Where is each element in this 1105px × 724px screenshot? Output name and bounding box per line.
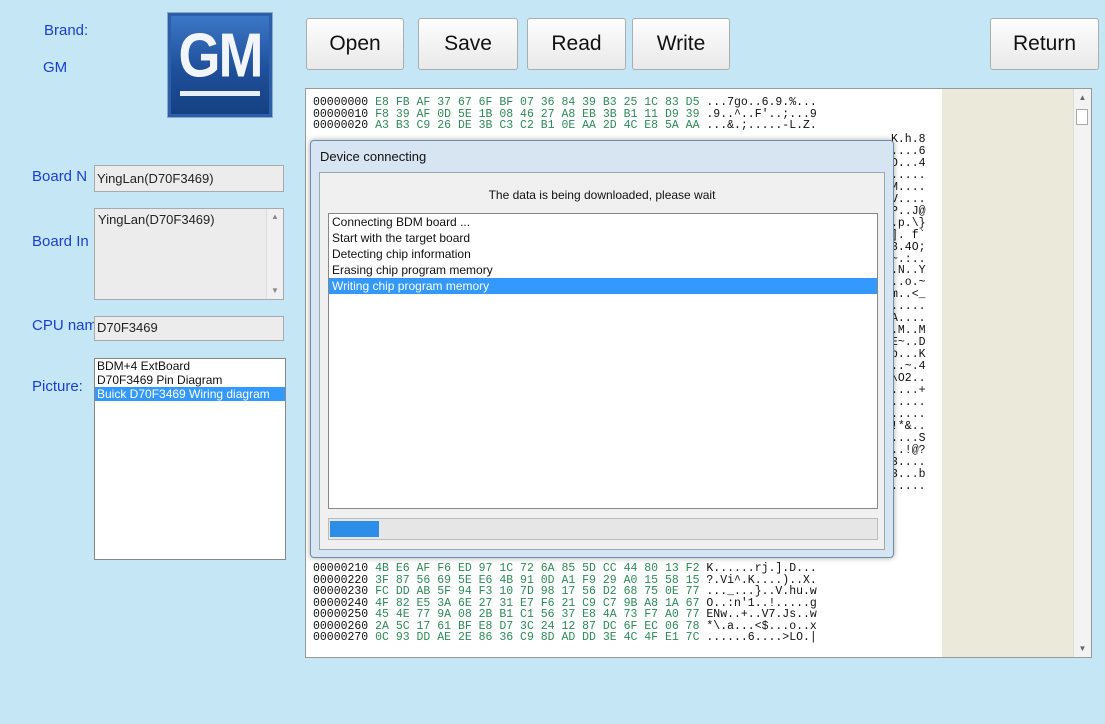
brand-value: GM — [43, 59, 68, 76]
scroll-down-icon[interactable]: ▼ — [267, 283, 283, 299]
hex-address: 00000020 — [313, 119, 376, 132]
dialog-message: The data is being downloaded, please wai… — [488, 188, 716, 202]
cpu-name-label: CPU nam — [32, 317, 98, 334]
hex-ascii-fragment: 3.4O; — [891, 240, 926, 254]
hex-ascii-fragment: E~..D — [891, 336, 926, 350]
hex-ascii-fragment: P..J@ — [891, 204, 926, 218]
hex-ascii-fragment: ]. f` — [891, 228, 926, 242]
hex-ascii-fragment: ~.:.. — [891, 252, 926, 266]
save-button[interactable]: Save — [418, 18, 518, 70]
scroll-up-icon[interactable]: ▲ — [1074, 93, 1091, 102]
hex-ascii[interactable]: ...&.;.....-L.Z. — [706, 119, 816, 132]
hex-ascii-fragment: ..!@? — [891, 443, 926, 457]
dialog-log-list[interactable]: Connecting BDM board ... Start with the t… — [328, 213, 878, 509]
hex-ascii-fragment: b...K — [891, 348, 926, 362]
gm-logo-underline — [180, 91, 260, 96]
hex-ascii-fragment: ....+ — [891, 383, 926, 397]
hex-ascii[interactable]: ......6....>LO.| — [706, 631, 816, 644]
hex-ascii-fragment: ..... — [891, 168, 926, 182]
scroll-thumb[interactable] — [1076, 109, 1088, 125]
hex-ascii-fragment: A.... — [891, 312, 926, 326]
hex-ascii-fragment: ....6 — [891, 144, 926, 158]
hex-ascii-fragment: .p.\} — [891, 216, 926, 230]
hex-row[interactable]: 00000010 F8 39 AF 0D 5E 1B 08 46 27 A8 E… — [313, 108, 817, 120]
hex-ascii-fragment: ..... — [891, 300, 926, 314]
picture-list-item[interactable]: BDM+4 ExtBoard — [95, 359, 285, 373]
hex-bytes[interactable]: A3 B3 C9 26 DE 3B C3 C2 B1 0E AA 2D 4C E… — [375, 119, 706, 132]
log-line: Writing chip program memory — [329, 278, 877, 294]
hex-row[interactable]: 00000210 4B E6 AF F6 ED 97 1C 72 6A 85 5… — [313, 563, 817, 575]
hex-address: 00000270 — [313, 631, 376, 644]
progress-fill — [330, 521, 380, 537]
scroll-up-icon[interactable]: ▲ — [267, 209, 283, 225]
picture-label: Picture: — [32, 378, 83, 395]
progress-bar — [328, 518, 878, 540]
hex-ascii-fragment: V.... — [891, 192, 926, 206]
write-button[interactable]: Write — [632, 18, 730, 70]
hex-ascii-fragment: 3.... — [891, 455, 926, 469]
hex-ascii-fragment: \O2.. — [891, 372, 926, 385]
hex-scrollbar[interactable]: ▲ ▼ — [1073, 89, 1091, 657]
hex-row[interactable]: 00000220 3F 87 56 69 5E E6 4B 91 0D A1 F… — [313, 574, 817, 586]
hex-ascii-fragment: ....S — [891, 431, 926, 445]
hex-row[interactable]: 00000230 FC DD AB 5F 94 F3 10 7D 98 17 5… — [313, 586, 817, 598]
board-info-text: YingLan(D70F3469) — [98, 212, 215, 227]
picture-list[interactable]: BDM+4 ExtBoard D70F3469 Pin Diagram Buick … — [94, 358, 286, 560]
hex-ascii-fragment: O...4 — [891, 156, 926, 170]
open-button[interactable]: Open — [306, 18, 404, 70]
hex-row[interactable]: 00000260 2A 5C 17 61 BF E8 D7 3C 24 12 8… — [313, 620, 817, 632]
dialog-body: The data is being downloaded, please wai… — [319, 172, 885, 550]
cpu-name-field[interactable]: D70F3469 — [94, 316, 284, 341]
picture-list-item[interactable]: Buick D70F3469 Wiring diagram — [95, 387, 285, 401]
device-connecting-dialog: Device connecting The data is being down… — [310, 140, 894, 558]
hex-row[interactable]: 00000250 45 4E 77 9A 08 2B B1 C1 56 37 E… — [313, 609, 817, 621]
hex-ascii-fragment: !*&.. — [891, 419, 926, 433]
return-button[interactable]: Return — [990, 18, 1099, 70]
board-info-scrollbar[interactable]: ▲ ▼ — [266, 209, 283, 299]
hex-ascii-fragment: ..... — [891, 395, 926, 409]
hex-row[interactable]: 00000000 E8 FB AF 37 67 6F BF 07 36 84 3… — [313, 97, 817, 109]
log-line: Connecting BDM board ... — [332, 215, 471, 229]
read-button[interactable]: Read — [527, 18, 626, 70]
hex-ascii-fragment: .N..Y — [891, 264, 926, 278]
hex-ascii-fragment: .M..M — [891, 324, 926, 338]
log-line: Detecting chip information — [332, 247, 471, 261]
hex-row[interactable]: 00000020 A3 B3 C9 26 DE 3B C3 C2 B1 0E A… — [313, 119, 817, 132]
hex-ascii-fragment: ..... — [891, 479, 926, 493]
hex-ascii-fragment: K.h.8 — [891, 133, 926, 146]
hex-ascii-fragment: 3...b — [891, 467, 926, 481]
dialog-title: Device connecting — [320, 149, 427, 164]
board-name-label: Board N — [32, 168, 88, 185]
hex-row[interactable]: 00000240 4F 82 E5 3A 6E 27 31 E7 F6 21 C… — [313, 597, 817, 609]
log-line: Erasing chip program memory — [332, 263, 493, 277]
hex-ascii-fragment: M.... — [891, 180, 926, 194]
board-info-label: Board In — [32, 233, 89, 250]
hex-bytes[interactable]: 0C 93 DD AE 2E 86 36 C9 8D AD DD 3E 4C 4… — [375, 631, 706, 644]
brand-label: Brand: — [44, 22, 89, 39]
picture-list-item[interactable]: D70F3469 Pin Diagram — [95, 373, 285, 387]
hex-ascii-fragment: ..~.4 — [891, 360, 926, 374]
gm-logo-text: GM — [178, 21, 264, 91]
board-name-field[interactable]: YingLan(D70F3469) — [94, 165, 284, 192]
log-line: Start with the target board — [332, 231, 471, 245]
board-info-field[interactable]: YingLan(D70F3469) ▲ ▼ — [94, 208, 284, 300]
hex-ascii-fragment: ..o.~ — [891, 276, 926, 290]
scroll-down-icon[interactable]: ▼ — [1074, 644, 1091, 653]
gm-logo: GM — [167, 12, 273, 118]
hex-ascii-fragment: m..<_ — [891, 288, 926, 302]
hex-row[interactable]: 00000270 0C 93 DD AE 2E 86 36 C9 8D AD D… — [313, 631, 817, 644]
hex-ascii-fragment: ..... — [891, 407, 926, 421]
